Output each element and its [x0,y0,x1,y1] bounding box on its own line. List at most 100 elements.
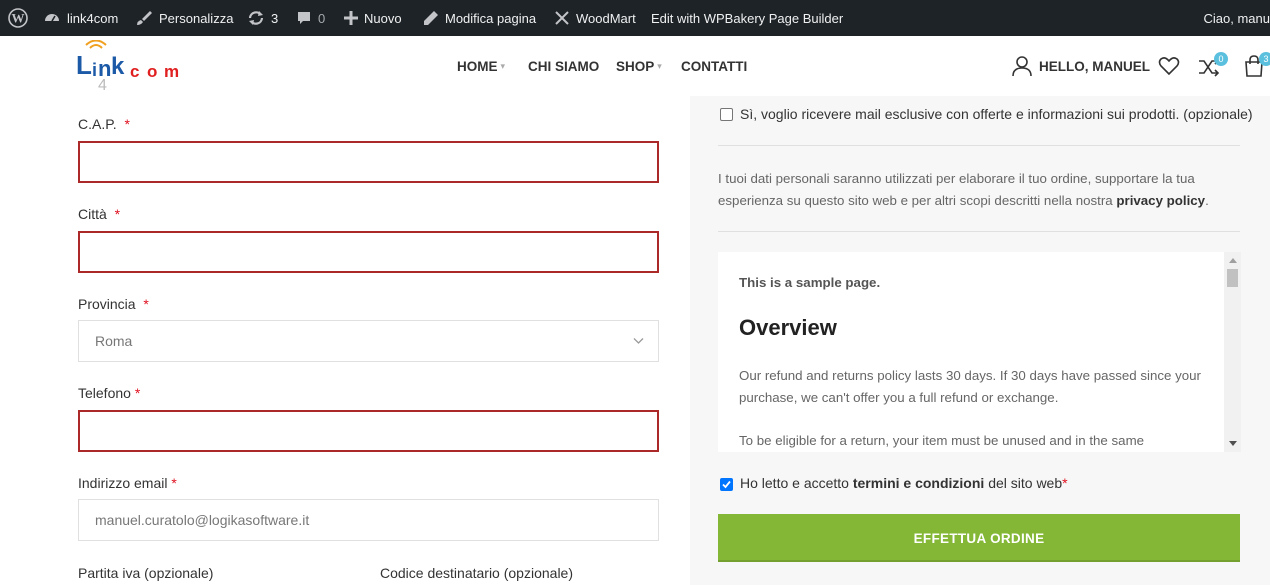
wordpress-icon: W [8,8,28,28]
nav-home-label: HOME [457,58,498,74]
comments-count: 0 [318,10,326,26]
terms-sample-text: This is a sample page. [739,275,881,290]
account-greeting[interactable]: Ciao, manu [1204,0,1270,36]
updates-link[interactable]: 3 [247,0,278,36]
wordpress-menu[interactable]: W [8,0,28,36]
account-link[interactable]: HELLO, MANUEL [1039,36,1150,96]
recipient-code-label-text: Codice destinatario (opzionale) [380,565,573,581]
greeting-text: Ciao, manu [1203,10,1270,26]
city-input[interactable] [78,231,659,273]
nav-home[interactable]: HOME ▾ [457,36,505,96]
user-icon[interactable] [1011,55,1033,82]
logo-letter-m: m [164,62,179,81]
terms-link[interactable]: termini e condizioni [853,475,984,491]
hello-label: HELLO, MANUEL [1039,58,1150,74]
nav-contatti[interactable]: CONTATTI [681,36,747,96]
nav-chi-siamo[interactable]: CHI SIAMO [528,36,599,96]
divider [718,231,1240,232]
nav-shop[interactable]: SHOP ▾ [616,36,662,96]
required-mark: * [1062,475,1068,491]
logo-letter-o: o [147,62,157,81]
phone-input[interactable] [78,410,659,452]
woodmart-link[interactable]: WoodMart [554,0,636,36]
checkmark-icon [722,480,731,489]
scroll-up-arrow-icon[interactable] [1229,258,1237,263]
chevron-down-icon: ▾ [500,60,506,71]
logo-digit-4: 4 [98,77,107,92]
required-mark: * [134,385,141,401]
scroll-down-arrow-icon[interactable] [1229,441,1237,446]
city-label-text: Città [78,206,107,222]
woodmart-label: WoodMart [576,10,636,26]
new-content-link[interactable]: Nuovo [344,0,402,36]
province-label: Provincia * [78,296,149,312]
comments-link[interactable]: 0 [296,0,325,36]
terms-paragraph: Our refund and returns policy lasts 30 d… [739,368,1201,405]
terms-pre: Ho letto e accetto [740,475,849,491]
recipient-code-label: Codice destinatario (opzionale) [380,565,573,581]
compare-count: 0 [1218,54,1224,64]
cap-label: C.A.P. * [78,116,130,132]
wishlist-heart-icon[interactable] [1158,56,1180,81]
edit-page-label: Modifica pagina [445,10,537,26]
city-label: Città * [78,206,120,222]
cap-label-text: C.A.P. [78,116,117,132]
wpbakery-label: Edit with WPBakery Page Builder [651,10,844,26]
logo-letter-L: L [76,50,92,80]
email-value: manuel.curatolo@logikasoftware.it [95,512,310,528]
nav-contatti-label: CONTATTI [681,58,748,74]
terms-label: Ho letto e accetto termini e condizioni … [740,475,1068,491]
vat-label-text: Partita iva (opzionale) [78,565,214,581]
required-mark: * [171,475,177,491]
svg-text:W: W [12,11,25,26]
privacy-notice: I tuoi dati personali saranno utilizzati… [718,168,1248,212]
newsletter-label: Sì, voglio ricevere mail esclusive con o… [740,106,1253,122]
paintbrush-icon [137,11,152,25]
place-order-label: EFFETTUA ORDINE [913,530,1045,546]
required-mark: * [124,116,130,132]
province-label-text: Provincia [78,296,136,312]
customize-link[interactable]: Personalizza [135,0,233,36]
nav-chi-siamo-label: CHI SIAMO [528,58,600,74]
pencil-icon [424,11,438,25]
compare-count-badge: 0 [1214,52,1228,66]
email-label: Indirizzo email * [78,475,177,491]
logo-letter-i: i [92,60,97,80]
new-label: Nuovo [364,10,402,26]
edit-page-link[interactable]: Modifica pagina [423,0,536,36]
required-mark: * [143,296,149,312]
terms-scrollbar[interactable] [1224,252,1241,452]
site-name-link[interactable]: link4com [43,0,118,36]
wpbakery-link[interactable]: Edit with WPBakery Page Builder [651,0,843,36]
divider [718,145,1240,146]
comment-icon [298,12,310,24]
place-order-button[interactable]: EFFETTUA ORDINE [718,514,1240,562]
wp-admin-bar: W link4com Personalizza 3 0 Nuovo Modifi… [0,0,1270,36]
plus-icon [344,11,358,25]
site-logo[interactable]: L i n k 4 c o m [76,39,196,94]
dashboard-icon [45,14,59,22]
email-label-text: Indirizzo email [78,475,168,491]
province-value: Roma [95,333,133,349]
phone-label-text: Telefono [78,385,131,401]
terms-post: del sito web [988,475,1063,491]
scrollbar-thumb[interactable] [1227,269,1238,287]
province-select[interactable]: Roma [78,320,659,362]
phone-label: Telefono * [78,385,140,401]
customize-label: Personalizza [159,10,234,26]
chevron-down-icon: ▾ [657,60,662,71]
email-input[interactable]: manuel.curatolo@logikasoftware.it [78,499,659,541]
woodmart-icon [555,11,569,25]
privacy-end: . [1205,193,1209,208]
chevron-down-icon [633,338,644,344]
cart-count: 3 [1263,54,1269,64]
cap-input[interactable] [78,141,659,183]
terms-checkbox[interactable] [720,478,733,491]
terms-heading: Overview [739,315,837,340]
newsletter-checkbox[interactable] [720,108,733,121]
vat-label: Partita iva (opzionale) [78,565,213,581]
terms-box[interactable]: This is a sample page. Overview Our refu… [718,252,1241,452]
required-mark: * [114,206,121,222]
cart-count-badge: 3 [1259,52,1270,66]
privacy-policy-link[interactable]: privacy policy [1116,193,1205,208]
